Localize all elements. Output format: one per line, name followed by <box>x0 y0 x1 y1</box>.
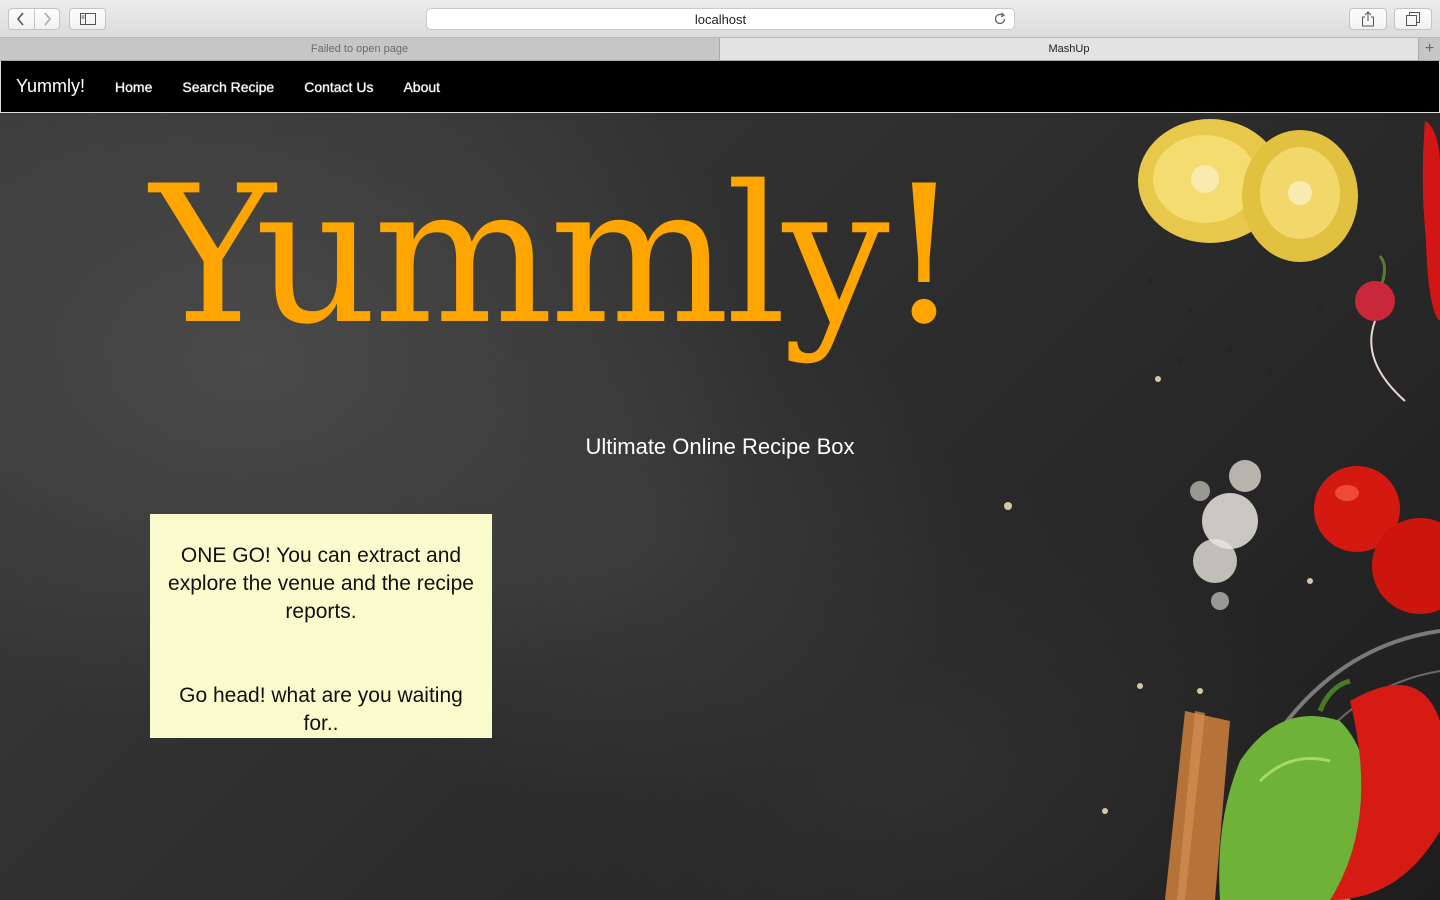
nav-link-contact-us[interactable]: Contact Us <box>304 79 373 95</box>
chevron-right-icon <box>44 12 52 26</box>
tab-failed-page[interactable]: Failed to open page <box>0 38 720 60</box>
info-box: ONE GO! You can extract and explore the … <box>150 514 492 738</box>
hero-title: Yummly! <box>150 145 962 366</box>
plus-icon: + <box>1424 40 1435 57</box>
history-nav-group <box>8 8 60 30</box>
nav-link-home[interactable]: Home <box>115 79 152 95</box>
nav-link-about[interactable]: About <box>403 79 440 95</box>
page-content: Yummly! Home Search Recipe Contact Us Ab… <box>0 61 1440 900</box>
tab-mashup[interactable]: MashUp <box>720 38 1418 60</box>
hero-subtitle: Ultimate Online Recipe Box <box>585 434 855 459</box>
site-navbar: Yummly! Home Search Recipe Contact Us Ab… <box>0 61 1440 113</box>
address-text: localhost <box>694 11 747 27</box>
sidebar-toggle-button[interactable] <box>69 8 106 30</box>
tab-label: MashUp <box>1048 43 1090 55</box>
address-bar[interactable]: localhost <box>426 8 1015 30</box>
tabs-overview-icon <box>1406 12 1420 26</box>
share-button[interactable] <box>1349 8 1387 30</box>
navbar-brand[interactable]: Yummly! <box>16 76 85 97</box>
reload-icon[interactable] <box>993 12 1007 26</box>
back-button[interactable] <box>9 9 34 29</box>
share-icon <box>1362 11 1374 27</box>
new-tab-button[interactable]: + <box>1418 38 1440 60</box>
forward-button[interactable] <box>33 9 59 29</box>
info-box-paragraph: Go head! what are you waiting for.. <box>179 684 463 735</box>
tab-label: Failed to open page <box>310 43 409 55</box>
browser-toolbar: localhost <box>0 0 1440 38</box>
sidebar-icon <box>79 13 96 25</box>
chevron-left-icon <box>17 12 25 26</box>
show-tabs-button[interactable] <box>1394 8 1432 30</box>
nav-link-search-recipe[interactable]: Search Recipe <box>182 79 274 95</box>
info-box-paragraph: ONE GO! You can extract and explore the … <box>168 544 474 623</box>
tab-bar: Failed to open page MashUp + <box>0 38 1440 61</box>
vegetables-background-image <box>1004 119 1440 900</box>
